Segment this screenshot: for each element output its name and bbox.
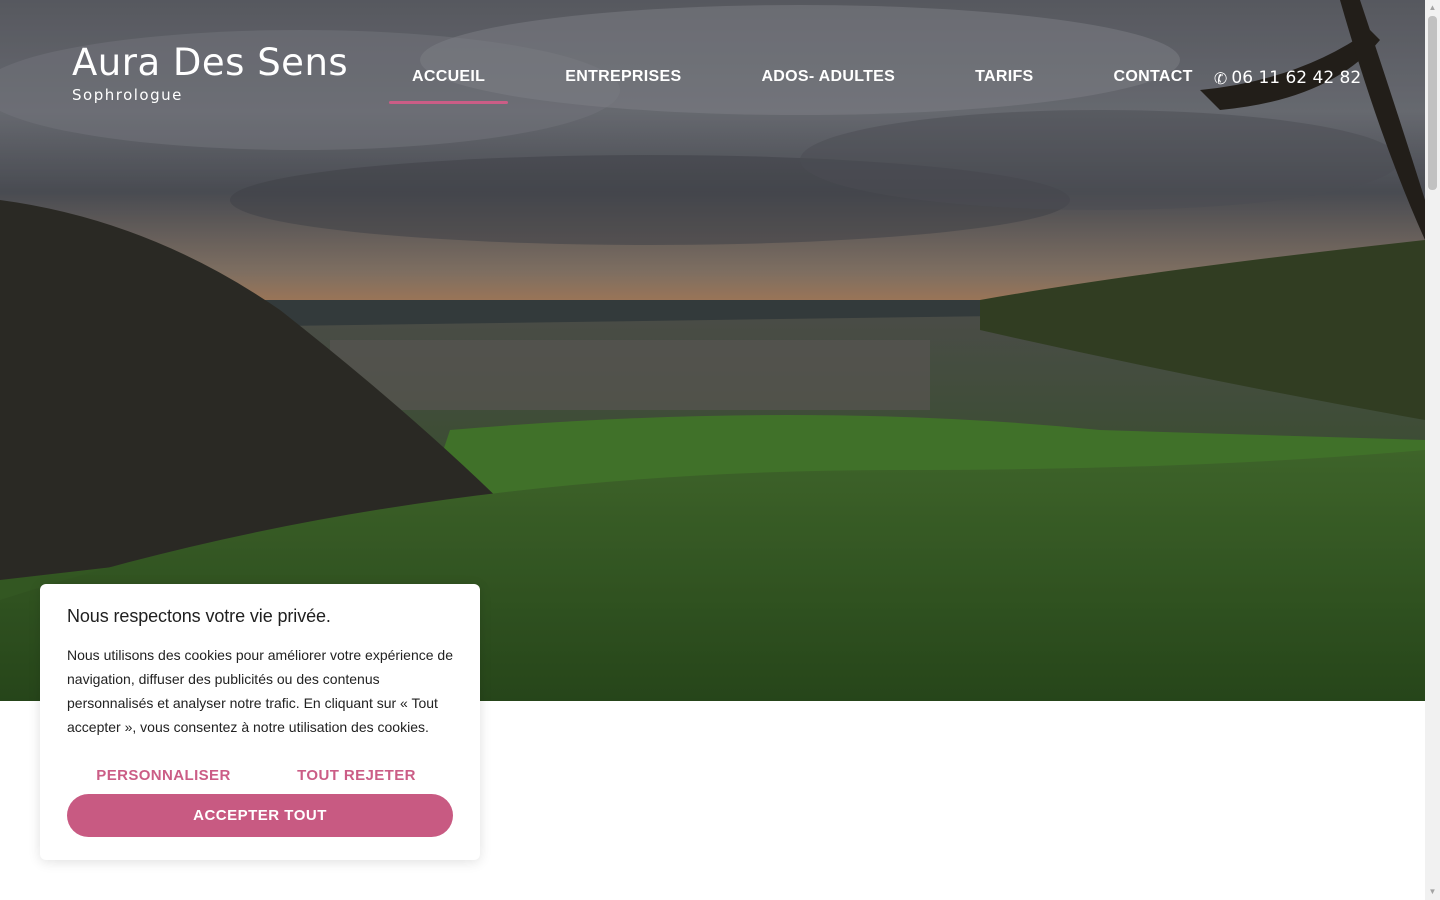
nav-item-accueil[interactable]: ACCUEIL xyxy=(389,66,509,104)
cookie-title: Nous respectons votre vie privée. xyxy=(67,606,331,626)
reject-all-button[interactable]: TOUT REJETER xyxy=(260,767,453,784)
nav-item-entreprises[interactable]: ENTREPRISES xyxy=(542,66,704,104)
nav-item-ados-adultes[interactable]: ADOS- ADULTES xyxy=(738,66,918,104)
phone-icon: ✆ xyxy=(1212,67,1229,89)
scroll-thumb[interactable] xyxy=(1428,16,1437,190)
site-title[interactable]: Aura Des Sens xyxy=(72,40,348,86)
customize-button[interactable]: PERSONNALISER xyxy=(67,767,260,784)
nav-item-contact[interactable]: CONTACT xyxy=(1091,66,1216,104)
accept-all-button[interactable]: ACCEPTER TOUT xyxy=(67,794,453,837)
main-nav: ACCUEIL ENTREPRISES ADOS- ADULTES TARIFS… xyxy=(389,66,1216,104)
scroll-up-arrow-icon[interactable]: ▲ xyxy=(1428,4,1437,12)
cookie-text: Nous utilisons des cookies pour améliore… xyxy=(67,647,453,735)
brand[interactable]: Aura Des Sens Sophrologue xyxy=(72,40,348,104)
phone-number: 06 11 62 42 82 xyxy=(1231,68,1362,88)
phone-link[interactable]: ✆ 06 11 62 42 82 xyxy=(1212,67,1362,89)
site-subtitle: Sophrologue xyxy=(72,86,183,104)
nav-item-tarifs[interactable]: TARIFS xyxy=(952,66,1056,104)
scrollbar[interactable]: ▲ ▼ xyxy=(1425,0,1440,900)
scroll-down-arrow-icon[interactable]: ▼ xyxy=(1428,888,1437,896)
cookie-banner: Nous respectons votre vie privée. Nous u… xyxy=(40,584,480,860)
